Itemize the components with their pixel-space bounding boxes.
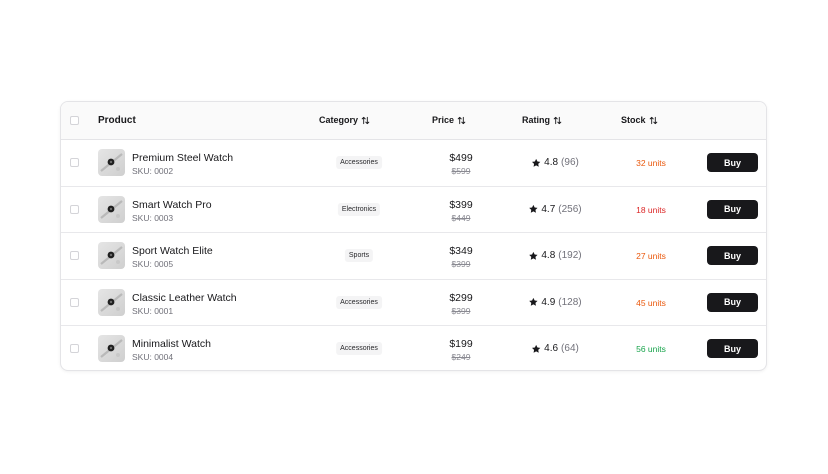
rating-value: 4.7	[541, 203, 556, 215]
rating-value: 4.8	[541, 250, 556, 261]
rating-value: 4.6	[544, 343, 559, 354]
header-stock-label: Stock	[621, 115, 646, 125]
table-row: Minimalist Watch SKU: 0004 Accessories $…	[61, 326, 766, 370]
product-name[interactable]: Sport Watch Elite	[132, 245, 213, 257]
row-checkbox[interactable]	[70, 204, 79, 214]
stock-status: 32 units	[636, 158, 666, 168]
rating-value: 4.8	[544, 157, 559, 168]
product-thumbnail	[98, 149, 125, 176]
header-product[interactable]: Product	[98, 115, 136, 126]
header-stock[interactable]: Stock	[621, 115, 658, 125]
product-thumbnail	[98, 335, 125, 362]
product-name[interactable]: Premium Steel Watch	[132, 152, 233, 164]
buy-button[interactable]: Buy	[707, 339, 758, 358]
category-badge: Electronics	[337, 202, 381, 216]
product-thumbnail	[98, 242, 125, 269]
product-sku: SKU: 0003	[132, 212, 174, 223]
product-price: $499	[449, 152, 473, 164]
category-badge: Accessories	[336, 156, 382, 169]
product-sku: SKU: 0002	[132, 166, 174, 176]
buy-button[interactable]: Buy	[707, 199, 758, 219]
product-price: $349	[449, 245, 473, 257]
product-name[interactable]: Classic Leather Watch	[132, 292, 237, 304]
original-price: $599	[451, 166, 471, 176]
row-checkbox[interactable]	[70, 251, 79, 260]
row-checkbox[interactable]	[70, 297, 79, 307]
product-rating: 4.7 (256)	[528, 203, 582, 215]
header-rating-label: Rating	[522, 115, 550, 125]
review-count: (256)	[558, 203, 582, 215]
header-rating[interactable]: Rating	[522, 115, 562, 125]
product-rating: 4.9 (128)	[528, 296, 582, 308]
stock-status: 45 units	[636, 297, 666, 308]
stock-status: 56 units	[636, 344, 666, 354]
product-name[interactable]: Smart Watch Pro	[132, 199, 212, 211]
category-badge: Sports	[344, 249, 374, 262]
watch-image	[100, 153, 125, 174]
sort-arrows-icon	[361, 116, 370, 124]
product-rating: 4.6 (64)	[531, 343, 579, 354]
sort-arrows-icon	[457, 116, 466, 124]
buy-button[interactable]: Buy	[707, 153, 758, 172]
review-count: (96)	[561, 157, 579, 168]
buy-button[interactable]: Buy	[707, 246, 758, 265]
star-icon	[529, 204, 538, 213]
row-checkbox[interactable]	[70, 344, 79, 353]
product-thumbnail	[98, 288, 125, 316]
product-sku: SKU: 0001	[132, 305, 174, 316]
rating-value: 4.9	[541, 296, 556, 308]
stock-status: 18 units	[636, 204, 666, 215]
watch-image	[100, 339, 125, 360]
product-price: $199	[449, 338, 473, 350]
product-sku: SKU: 0004	[132, 352, 174, 362]
product-rating: 4.8 (192)	[528, 250, 582, 261]
review-count: (128)	[558, 296, 582, 308]
header-price[interactable]: Price	[432, 115, 466, 125]
header-category-label: Category	[319, 115, 359, 125]
sort-arrows-icon	[553, 116, 562, 124]
product-price: $299	[449, 291, 473, 304]
original-price: $399	[451, 259, 471, 269]
product-thumbnail	[98, 195, 125, 223]
header-product-label: Product	[98, 115, 136, 126]
original-price: $249	[451, 352, 471, 362]
star-icon	[529, 251, 538, 260]
watch-image	[100, 246, 125, 267]
products-table: Product Category Price Rating Stock Prem…	[60, 101, 767, 371]
original-price: $449	[451, 212, 471, 223]
stock-status: 27 units	[636, 251, 666, 261]
original-price: $399	[451, 305, 471, 316]
header-category[interactable]: Category	[319, 115, 370, 125]
product-rating: 4.8 (96)	[531, 157, 579, 168]
row-checkbox[interactable]	[70, 158, 79, 167]
table-row: Classic Leather Watch SKU: 0001 Accessor…	[61, 280, 766, 326]
table-row: Sport Watch Elite SKU: 0005 Sports $349 …	[61, 233, 766, 280]
table-header: Product Category Price Rating Stock	[61, 102, 766, 140]
star-icon	[529, 297, 538, 306]
sort-arrows-icon	[649, 116, 657, 124]
review-count: (192)	[558, 250, 582, 261]
star-icon	[531, 158, 541, 167]
watch-image	[100, 292, 125, 314]
table-row: Smart Watch Pro SKU: 0003 Electronics $3…	[61, 187, 766, 233]
product-name[interactable]: Minimalist Watch	[132, 338, 211, 350]
buy-button[interactable]: Buy	[707, 292, 758, 312]
product-price: $399	[449, 198, 473, 211]
category-badge: Accessories	[336, 342, 382, 355]
watch-image	[100, 199, 125, 221]
product-sku: SKU: 0005	[132, 259, 174, 269]
header-price-label: Price	[432, 115, 455, 125]
select-all-checkbox[interactable]	[70, 116, 79, 125]
review-count: (64)	[561, 343, 579, 354]
category-badge: Accessories	[336, 295, 382, 309]
star-icon	[531, 344, 541, 353]
table-row: Premium Steel Watch SKU: 0002 Accessorie…	[61, 140, 766, 187]
